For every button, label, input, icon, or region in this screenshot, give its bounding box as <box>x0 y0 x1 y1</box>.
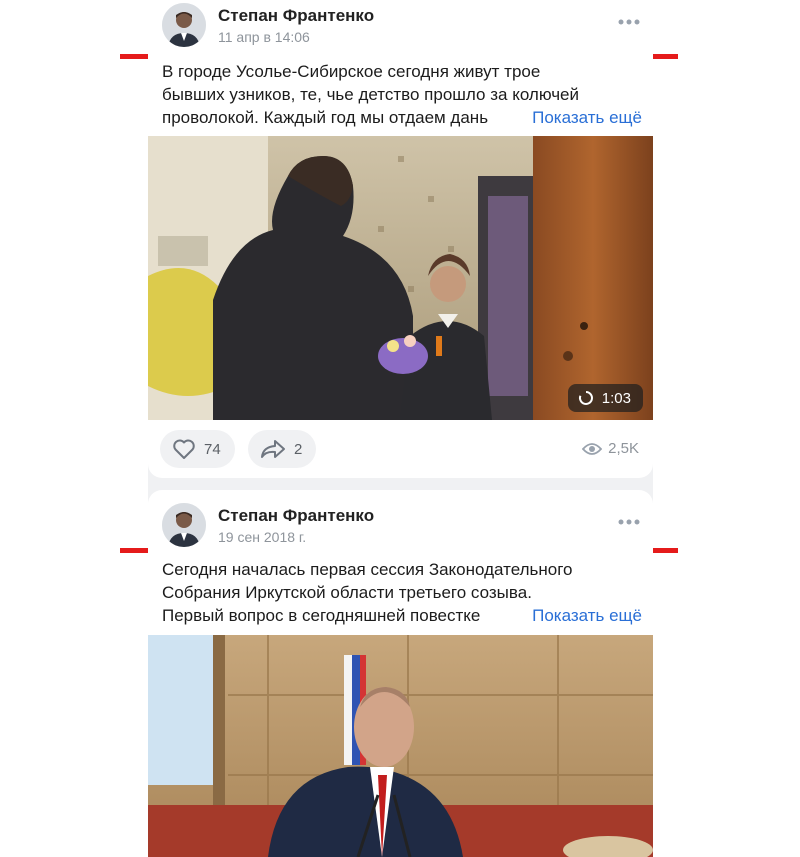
news-feed: Степан Франтенко 11 апр в 14:06 В городе… <box>148 0 653 857</box>
author-avatar[interactable] <box>162 3 206 47</box>
views-counter: 2,5K <box>582 440 639 457</box>
post-text-line: Первый вопрос в сегодняшней повестке <box>162 606 481 625</box>
post-date[interactable]: 19 сен 2018 г. <box>218 529 306 545</box>
post-actions: 74 2 2,5K <box>148 430 653 470</box>
post-text-line-last: Первый вопрос в сегодняшней повестке Пока… <box>162 604 642 627</box>
post-text-line: В городе Усолье-Сибирское сегодня живут … <box>162 62 541 81</box>
post-text-line: проволокой. Каждый год мы отдаем дань <box>162 108 489 127</box>
post-text: В городе Усолье-Сибирское сегодня живут … <box>162 60 642 129</box>
video-duration: 1:03 <box>601 389 631 407</box>
share-count: 2 <box>294 440 303 458</box>
share-button[interactable]: 2 <box>248 430 317 468</box>
author-avatar[interactable] <box>162 503 206 547</box>
like-count: 74 <box>204 440 221 458</box>
post-text-line: бывших узников, те, чье детство прошло з… <box>162 85 580 104</box>
post-header: Степан Франтенко 11 апр в 14:06 <box>148 0 653 56</box>
show-more-link[interactable]: Показать ещё <box>530 106 642 129</box>
like-button[interactable]: 74 <box>160 430 235 468</box>
author-name[interactable]: Степан Франтенко <box>218 506 374 526</box>
video-preview[interactable]: 1:03 <box>148 136 653 420</box>
video-duration-badge: 1:03 <box>567 384 643 412</box>
replay-icon <box>578 391 593 405</box>
post-card: Степан Франтенко 19 сен 2018 г. Сегодня … <box>148 490 653 857</box>
eye-icon <box>582 442 603 455</box>
more-dots-icon[interactable] <box>617 518 641 526</box>
post-text: Сегодня началась первая сессия Законодат… <box>162 558 642 627</box>
heart-icon <box>173 439 195 459</box>
post-text-line-last: проволокой. Каждый год мы отдаем дань Пок… <box>162 106 642 129</box>
show-more-link[interactable]: Показать ещё <box>530 604 642 627</box>
post-header: Степан Франтенко 19 сен 2018 г. <box>148 500 653 556</box>
view-count: 2,5K <box>608 440 639 457</box>
post-photo <box>148 635 653 857</box>
photo-preview[interactable] <box>148 635 653 857</box>
author-name[interactable]: Степан Франтенко <box>218 6 374 26</box>
video-thumbnail <box>148 136 653 420</box>
more-dots-icon[interactable] <box>617 18 641 26</box>
post-date[interactable]: 11 апр в 14:06 <box>218 29 310 45</box>
post-card: Степан Франтенко 11 апр в 14:06 В городе… <box>148 0 653 478</box>
post-text-line: Собрания Иркутской области третьего созы… <box>162 583 532 602</box>
post-text-line: Сегодня началась первая сессия Законодат… <box>162 560 573 579</box>
share-icon <box>261 440 285 458</box>
